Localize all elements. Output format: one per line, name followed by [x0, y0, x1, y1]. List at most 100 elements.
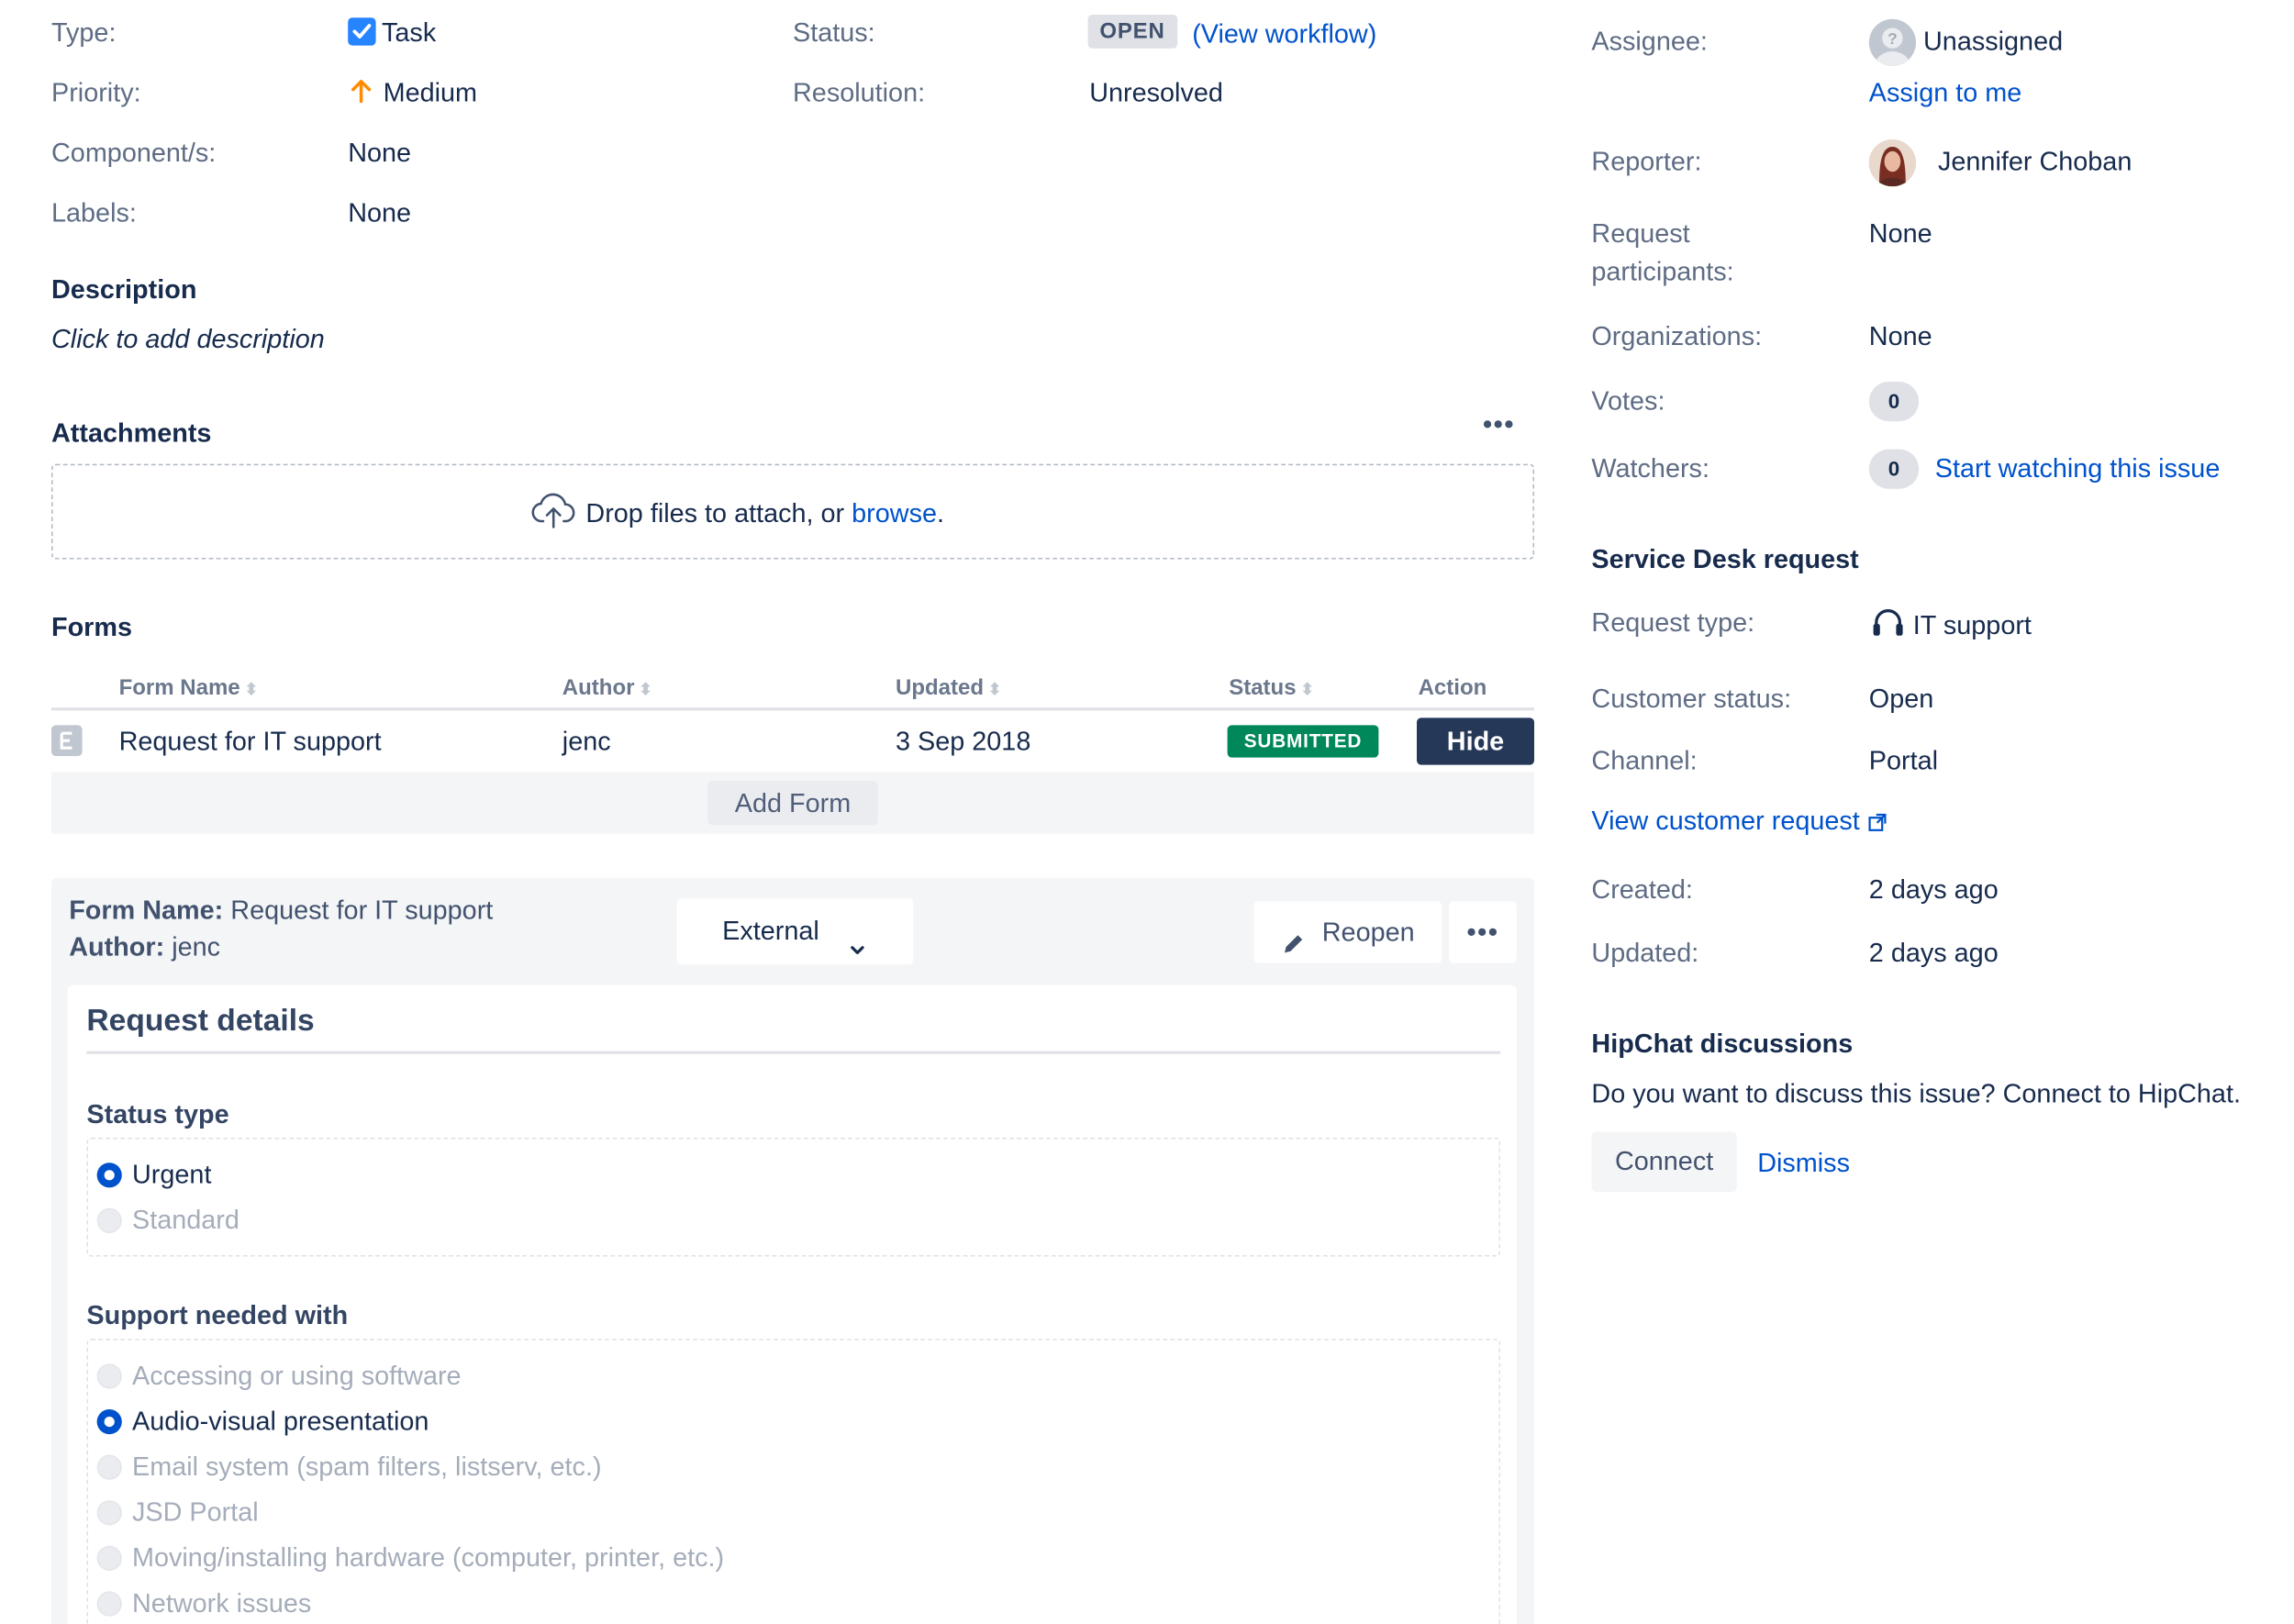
- option-email[interactable]: Email system (spam filters, listserv, et…: [132, 1452, 602, 1483]
- radio-network[interactable]: [96, 1591, 122, 1617]
- form-author-cell: jenc: [562, 727, 611, 756]
- svg-text:?: ?: [1888, 29, 1898, 48]
- radio-audio-visual[interactable]: [96, 1409, 122, 1435]
- participants-value[interactable]: None: [1869, 218, 1932, 250]
- customer-status-label: Customer status:: [1591, 684, 1792, 714]
- assign-to-me-link[interactable]: Assign to me: [1869, 78, 2021, 109]
- reopen-button[interactable]: Reopen: [1253, 901, 1442, 963]
- view-workflow-link[interactable]: View workflow: [1201, 19, 1368, 49]
- assignee-value[interactable]: Unassigned: [1923, 27, 2063, 58]
- hipchat-connect-button[interactable]: Connect: [1591, 1131, 1737, 1193]
- workflow-paren-open: (: [1192, 18, 1201, 49]
- organizations-label: Organizations:: [1591, 321, 1763, 351]
- forms-heading: Forms: [51, 612, 133, 642]
- form-name-meta-value: Request for IT support: [230, 895, 494, 925]
- option-jsd-portal[interactable]: JSD Portal: [132, 1497, 259, 1529]
- votes-count-badge[interactable]: 0: [1868, 382, 1920, 422]
- form-author-meta-value: jenc: [172, 932, 221, 962]
- radio-software[interactable]: [96, 1363, 122, 1389]
- labels-label: Labels:: [51, 198, 137, 228]
- col-author[interactable]: Author ⬍: [562, 675, 652, 700]
- col-form-name[interactable]: Form Name ⬍: [119, 675, 259, 700]
- hide-form-button[interactable]: Hide: [1417, 717, 1534, 765]
- radio-hardware[interactable]: [96, 1545, 122, 1571]
- type-text: Task: [382, 17, 437, 48]
- labels-value[interactable]: None: [348, 198, 411, 229]
- reporter-value[interactable]: Jennifer Choban: [1938, 147, 2132, 178]
- type-label: Type:: [51, 17, 117, 48]
- components-label: Component/s:: [51, 138, 217, 168]
- attachments-more-button[interactable]: •••: [1483, 409, 1515, 440]
- view-customer-request-text: View customer request: [1591, 806, 1860, 836]
- radio-email[interactable]: [96, 1454, 122, 1480]
- form-more-button[interactable]: •••: [1449, 901, 1517, 963]
- drop-period: .: [937, 498, 945, 528]
- customer-status-value: Open: [1868, 684, 1934, 714]
- card-title: Request details: [86, 1004, 315, 1039]
- option-urgent[interactable]: Urgent: [132, 1160, 211, 1191]
- submitted-status-lozenge: SUBMITTED: [1227, 725, 1379, 758]
- service-desk-heading: Service Desk request: [1591, 544, 1859, 574]
- option-software[interactable]: Accessing or using software: [132, 1361, 462, 1392]
- reporter-avatar: [1868, 139, 1916, 187]
- cloud-upload-icon: [530, 492, 577, 530]
- col-action: Action: [1418, 675, 1487, 701]
- card-title-divider: [86, 1051, 1501, 1054]
- form-name-meta-label: Form Name:: [69, 895, 224, 925]
- created-label: Created:: [1591, 874, 1693, 905]
- start-watching-link[interactable]: Start watching this issue: [1935, 453, 2221, 484]
- organizations-value[interactable]: None: [1869, 321, 1932, 352]
- option-audio-visual[interactable]: Audio-visual presentation: [132, 1407, 429, 1438]
- hipchat-dismiss-link[interactable]: Dismiss: [1757, 1148, 1850, 1179]
- watchers-label: Watchers:: [1591, 453, 1709, 484]
- resolution-value: Unresolved: [1089, 77, 1223, 107]
- priority-value[interactable]: Medium: [348, 78, 477, 109]
- status-type-group: [86, 1138, 1501, 1257]
- pencil-icon: [1281, 918, 1308, 953]
- form-updated-cell: 3 Sep 2018: [896, 727, 1031, 756]
- status-type-label: Status type: [86, 1099, 229, 1129]
- votes-label: Votes:: [1591, 385, 1665, 416]
- request-type-value[interactable]: IT support: [1869, 609, 2032, 644]
- drop-text: Drop files to attach, or: [585, 498, 852, 528]
- priority-label: Priority:: [51, 77, 141, 107]
- workflow-paren-close: ): [1367, 18, 1377, 49]
- dropzone-content: Drop files to attach, or browse.: [530, 493, 945, 535]
- view-workflow[interactable]: (View workflow): [1192, 19, 1376, 50]
- support-needed-label: Support needed with: [86, 1300, 349, 1330]
- watchers-count-badge[interactable]: 0: [1868, 449, 1920, 489]
- status-lozenge[interactable]: OPEN: [1087, 15, 1177, 49]
- components-value[interactable]: None: [348, 138, 411, 169]
- radio-jsd-portal[interactable]: [96, 1500, 122, 1526]
- arrow-up-icon: [348, 78, 374, 105]
- hipchat-prompt: Do you want to discuss this issue? Conne…: [1591, 1079, 2241, 1108]
- option-standard[interactable]: Standard: [132, 1206, 239, 1237]
- form-name-meta: Form Name: Request for IT support: [69, 895, 493, 927]
- description-placeholder[interactable]: Click to add description: [51, 325, 325, 356]
- form-author-meta: Author: jenc: [69, 932, 220, 963]
- hipchat-heading: HipChat discussions: [1591, 1029, 1854, 1059]
- created-value: 2 days ago: [1868, 874, 1999, 905]
- assignee-label: Assignee:: [1591, 26, 1708, 56]
- attachments-heading: Attachments: [51, 418, 212, 448]
- radio-urgent[interactable]: [96, 1162, 122, 1188]
- option-hardware[interactable]: Moving/installing hardware (computer, pr…: [132, 1543, 724, 1574]
- form-icon: [51, 725, 83, 756]
- visibility-dropdown[interactable]: External: [676, 898, 914, 965]
- issue-details-page: Type: Task Priority: Medium Component/s:…: [0, 0, 2294, 1624]
- col-status[interactable]: Status ⬍: [1229, 675, 1314, 700]
- col-updated[interactable]: Updated ⬍: [896, 675, 1002, 700]
- reporter-label: Reporter:: [1591, 147, 1702, 176]
- add-form-button[interactable]: Add Form: [707, 781, 878, 826]
- status-label: Status:: [793, 17, 875, 48]
- view-customer-request-link[interactable]: View customer request: [1591, 806, 1888, 837]
- browse-link[interactable]: browse: [852, 499, 937, 528]
- updated-value: 2 days ago: [1868, 938, 1999, 968]
- radio-standard[interactable]: [96, 1207, 122, 1233]
- resolution-label: Resolution:: [793, 77, 926, 107]
- participants-label-line2: participants:: [1591, 257, 1734, 286]
- option-network[interactable]: Network issues: [132, 1588, 311, 1619]
- headset-icon: [1869, 606, 1908, 641]
- form-name-cell[interactable]: Request for IT support: [119, 727, 382, 758]
- type-value[interactable]: Task: [348, 17, 436, 49]
